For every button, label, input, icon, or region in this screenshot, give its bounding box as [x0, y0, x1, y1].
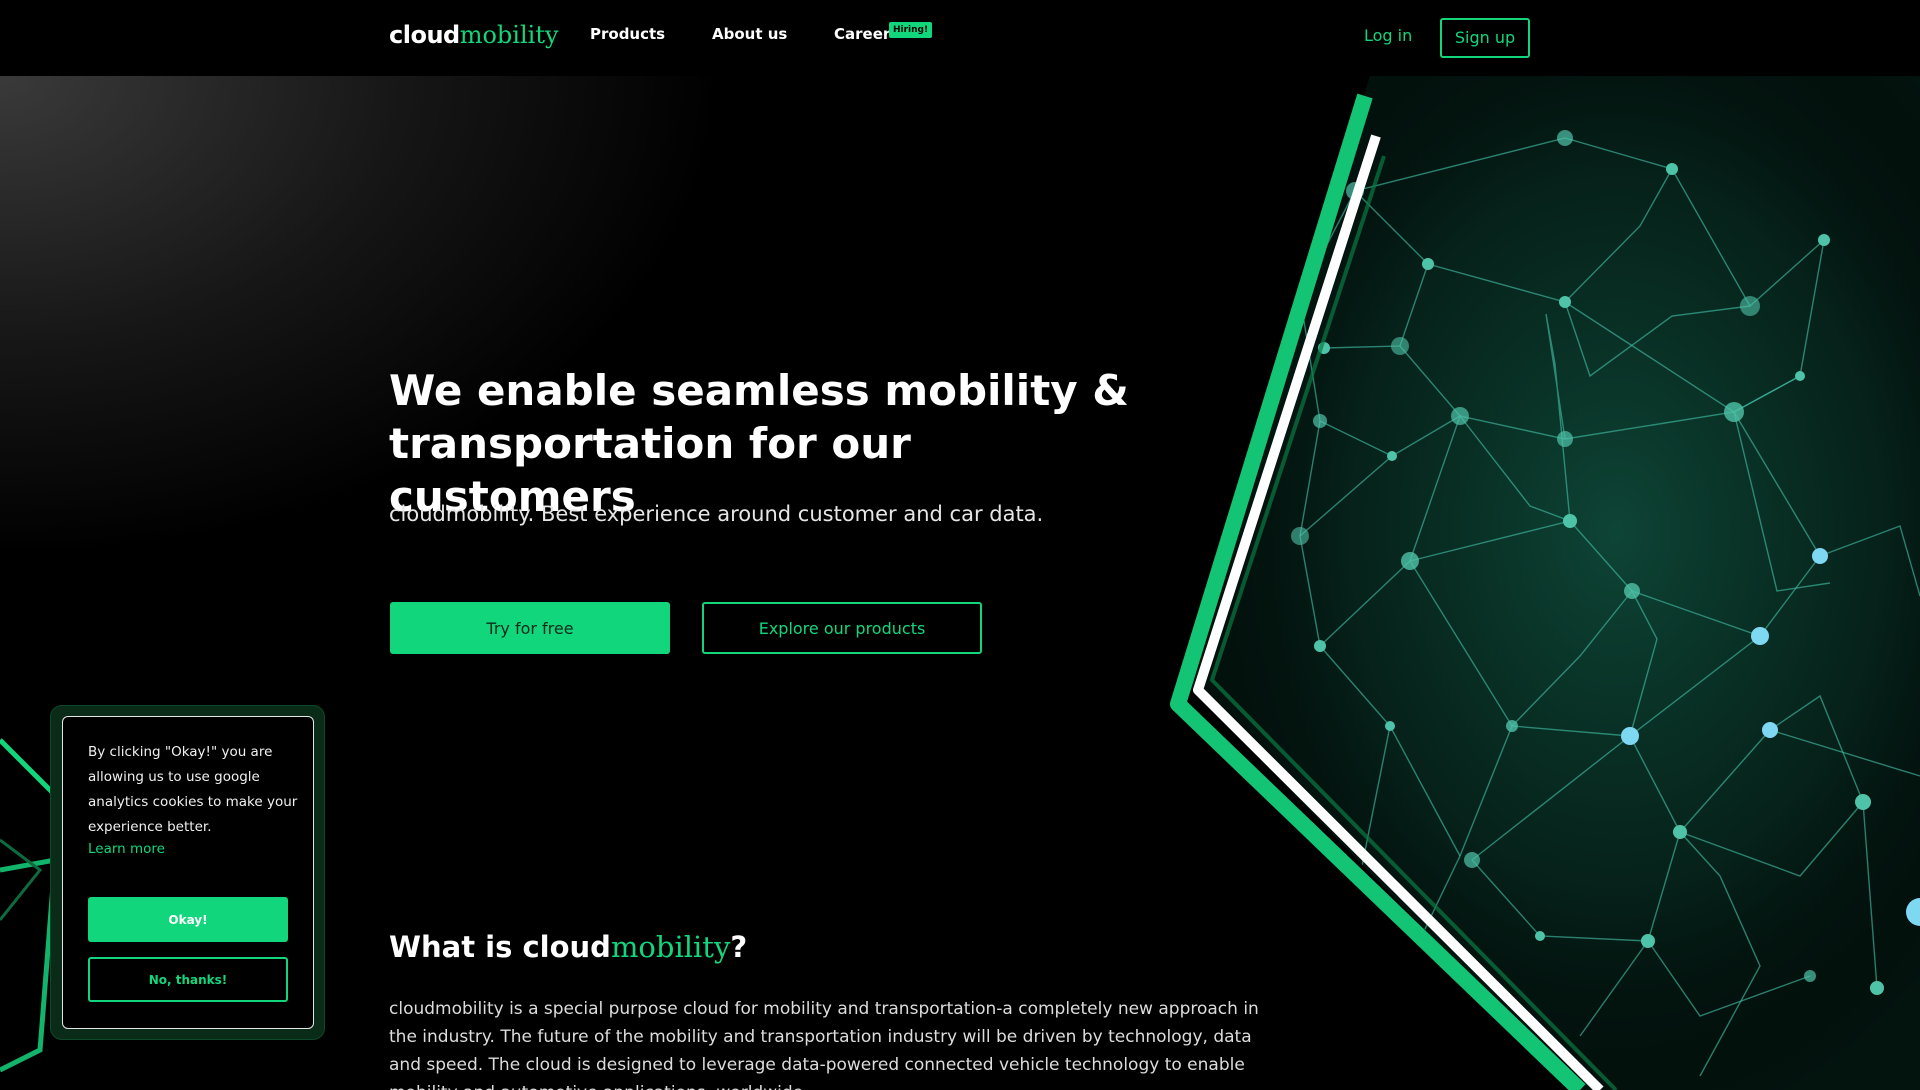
- cookie-okay-button[interactable]: Okay!: [88, 897, 288, 942]
- cookie-no-thanks-button[interactable]: No, thanks!: [88, 957, 288, 1002]
- cookie-learn-more-link[interactable]: Learn more: [88, 841, 165, 857]
- what-is-logo-mobility: mobility: [610, 930, 731, 964]
- cookie-message: By clicking "Okay!" you are allowing us …: [88, 744, 298, 835]
- nav-products[interactable]: Products: [590, 25, 665, 43]
- nav-career[interactable]: Career: [834, 25, 890, 43]
- what-is-title: What is cloudmobility?: [389, 930, 747, 964]
- logo-mobility-text: mobility: [459, 21, 559, 49]
- what-is-logo-cloud: cloud: [522, 930, 611, 964]
- what-is-prefix: What is: [389, 930, 523, 964]
- what-is-description: cloudmobility is a special purpose cloud…: [389, 999, 1259, 1090]
- brand-logo[interactable]: cloudmobility: [389, 20, 559, 50]
- nav-about-us[interactable]: About us: [712, 25, 787, 43]
- top-navigation-bar: cloudmobility Products About us Career H…: [0, 0, 1920, 76]
- network-graphic-icon: [1170, 76, 1920, 1090]
- hero-title: We enable seamless mobility & transporta…: [389, 366, 1129, 521]
- hiring-badge: Hiring!: [889, 22, 933, 38]
- logo-cloud-text: cloud: [389, 21, 460, 49]
- signup-button[interactable]: Sign up: [1440, 18, 1530, 58]
- explore-products-button[interactable]: Explore our products: [702, 602, 982, 654]
- hero-subtitle: cloudmobility. Best experience around cu…: [389, 502, 1044, 526]
- what-is-suffix: ?: [730, 930, 748, 964]
- login-link[interactable]: Log in: [1364, 26, 1412, 45]
- try-for-free-button[interactable]: Try for free: [390, 602, 670, 654]
